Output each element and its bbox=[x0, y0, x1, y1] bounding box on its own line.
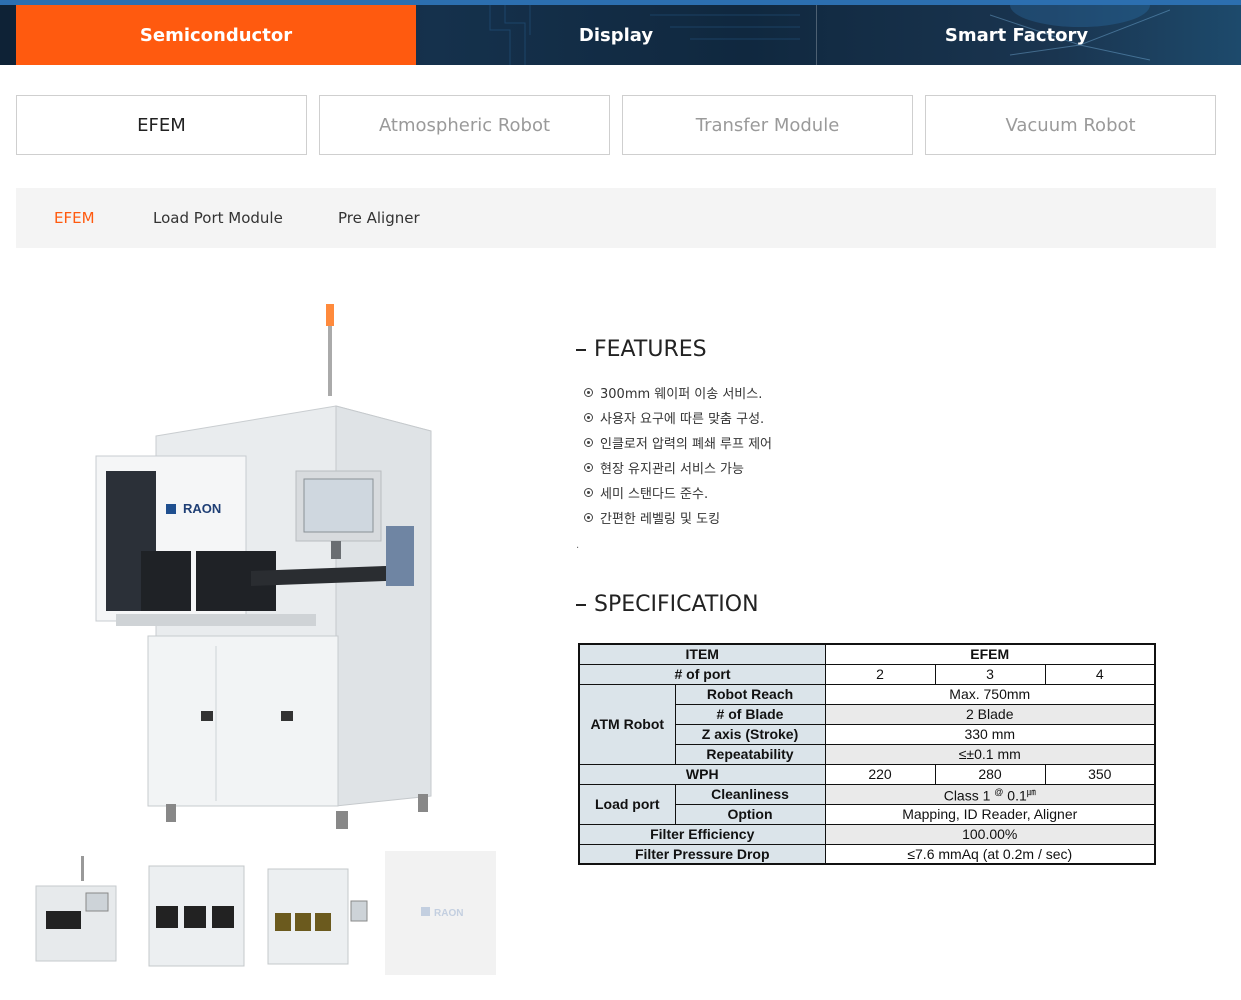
table-cell: 280 bbox=[934, 763, 1046, 785]
features-list: 300mm 웨이퍼 이송 서비스. 사용자 요구에 따른 맞춤 구성. 인클로저… bbox=[584, 380, 772, 530]
subnav-load-port-module[interactable]: Load Port Module bbox=[153, 188, 283, 248]
circle-bullet-icon bbox=[584, 488, 593, 497]
tab-vacuum-robot[interactable]: Vacuum Robot bbox=[925, 95, 1216, 155]
table-cell: Option bbox=[674, 803, 826, 825]
table-row: ATM Robot Robot Reach Max. 750mm bbox=[578, 683, 1156, 765]
table-cell: Load port bbox=[578, 783, 676, 825]
features-title: FEATURES bbox=[576, 337, 707, 362]
table-row: Filter Efficiency 100.00% bbox=[578, 823, 1156, 845]
table-cell: ITEM bbox=[578, 643, 826, 665]
table-row: Filter Pressure Drop ≤7.6 mmAq (at 0.2m … bbox=[578, 843, 1156, 865]
subnav-pre-aligner[interactable]: Pre Aligner bbox=[338, 188, 420, 248]
table-cell: Filter Pressure Drop bbox=[578, 843, 826, 865]
table-cell: 100.00% bbox=[824, 823, 1156, 845]
table-cell: EFEM bbox=[824, 643, 1156, 665]
tab-efem[interactable]: EFEM bbox=[16, 95, 307, 155]
subnav-efem[interactable]: EFEM bbox=[54, 188, 95, 248]
table-cell: Max. 750mm bbox=[824, 683, 1156, 705]
table-row: # of port 2 3 4 bbox=[578, 663, 1156, 685]
circle-bullet-icon bbox=[584, 463, 593, 472]
category-bar: Semiconductor Display Smart Factory bbox=[0, 0, 1241, 65]
list-item: 현장 유지관리 서비스 가능 bbox=[584, 455, 772, 480]
thumbnail-1[interactable] bbox=[26, 851, 137, 975]
specification-title: SPECIFICATION bbox=[576, 592, 759, 617]
features-note: . bbox=[576, 540, 580, 551]
table-cell: # of port bbox=[578, 663, 826, 685]
foup-1 bbox=[141, 551, 191, 611]
sub-nav: EFEM Load Port Module Pre Aligner bbox=[16, 188, 1216, 248]
category-smart-factory[interactable]: Smart Factory bbox=[816, 5, 1216, 65]
raon-logo-mark bbox=[166, 504, 176, 514]
table-cell: Mapping, ID Reader, Aligner bbox=[824, 803, 1156, 825]
table-cell: Filter Efficiency bbox=[578, 823, 826, 845]
circle-bullet-icon bbox=[584, 413, 593, 422]
table-cell: 2 bbox=[824, 663, 936, 685]
circle-bullet-icon bbox=[584, 438, 593, 447]
list-item: 300mm 웨이퍼 이송 서비스. bbox=[584, 380, 772, 405]
table-cell: 220 bbox=[824, 763, 936, 785]
table-cell: Robot Reach bbox=[674, 683, 826, 705]
table-cell: # of Blade bbox=[674, 703, 826, 725]
raon-logo-text: RAON bbox=[183, 501, 221, 516]
table-cell: Cleanliness bbox=[674, 783, 826, 805]
category-display[interactable]: Display bbox=[416, 5, 816, 65]
table-cell: 2 Blade bbox=[824, 703, 1156, 725]
signal-tower-light bbox=[326, 304, 334, 326]
table-cell: ≤7.6 mmAq (at 0.2m / sec) bbox=[824, 843, 1156, 865]
table-cell: Class 1 @ 0.1㎛ bbox=[824, 783, 1156, 805]
raon-logo-mark bbox=[421, 907, 430, 916]
thumbnail-3[interactable] bbox=[263, 851, 374, 975]
thumbnail-4[interactable]: RAON bbox=[385, 851, 496, 975]
table-row: WPH 220 280 350 bbox=[578, 763, 1156, 785]
table-cell: 3 bbox=[934, 663, 1046, 685]
tab-atmospheric-robot[interactable]: Atmospheric Robot bbox=[319, 95, 610, 155]
table-cell: ≤±0.1 mm bbox=[824, 743, 1156, 765]
raon-logo-text: RAON bbox=[434, 908, 463, 919]
table-cell: ATM Robot bbox=[578, 683, 676, 765]
list-item: 세미 스탠다드 준수. bbox=[584, 480, 772, 505]
table-cell: 4 bbox=[1044, 663, 1156, 685]
circle-bullet-icon bbox=[584, 388, 593, 397]
table-cell: Z axis (Stroke) bbox=[674, 723, 826, 745]
list-item: 간편한 레벨링 및 도킹 bbox=[584, 505, 772, 530]
table-row: ITEM EFEM bbox=[578, 643, 1156, 665]
table-cell: WPH bbox=[578, 763, 826, 785]
table-cell: 330 mm bbox=[824, 723, 1156, 745]
list-item: 사용자 요구에 따른 맞춤 구성. bbox=[584, 405, 772, 430]
circle-bullet-icon bbox=[584, 513, 593, 522]
category-semiconductor[interactable]: Semiconductor bbox=[16, 5, 416, 65]
table-cell: 350 bbox=[1044, 763, 1156, 785]
list-item: 인클로저 압력의 폐쇄 루프 제어 bbox=[584, 430, 772, 455]
thumbnail-2[interactable] bbox=[144, 851, 255, 975]
table-row: Load port Cleanliness Class 1 @ 0.1㎛ bbox=[578, 783, 1156, 825]
table-cell: Repeatability bbox=[674, 743, 826, 765]
tab-transfer-module[interactable]: Transfer Module bbox=[622, 95, 913, 155]
foup-2 bbox=[196, 551, 241, 611]
specification-table: ITEM EFEM # of port 2 3 4 ATM Robot Robo… bbox=[578, 643, 1156, 865]
efem-product-image: RAON bbox=[95, 304, 432, 829]
